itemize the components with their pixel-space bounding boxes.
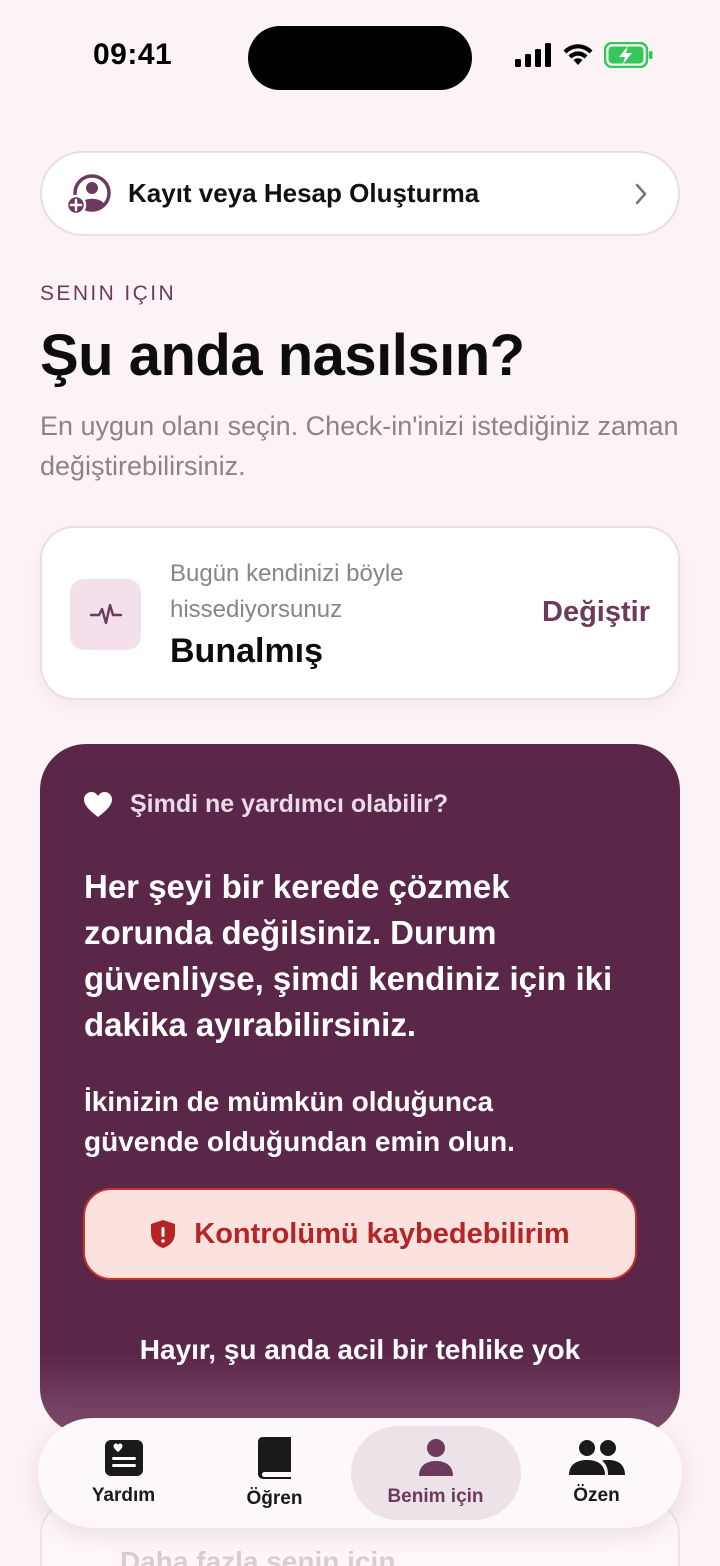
page-title: Şu anda nasılsın? bbox=[40, 323, 525, 388]
status-icons bbox=[514, 42, 654, 68]
user-add-icon bbox=[66, 173, 111, 215]
losing-control-label: Kontrolümü kaybedebilirim bbox=[194, 1217, 570, 1250]
tab-for-me[interactable]: Benim için bbox=[350, 1426, 521, 1520]
more-for-you-label: Daha fazla senin için bbox=[120, 1546, 396, 1566]
tab-learn-label: Öğren bbox=[246, 1488, 303, 1509]
battery-charging-icon bbox=[604, 42, 653, 68]
signin-button[interactable]: Kayıt veya Hesap Oluşturma bbox=[40, 151, 680, 236]
tab-for-me-label: Benim için bbox=[387, 1486, 484, 1507]
help-card: Şimdi ne yardımcı olabilir? Her şeyi bir… bbox=[40, 744, 680, 1434]
mood-value: Bunalmış bbox=[170, 632, 324, 670]
signin-label: Kayıt veya Hesap Oluşturma bbox=[128, 178, 480, 208]
no-danger-button[interactable]: Hayır, şu anda acil bir tehlike yok bbox=[40, 1334, 680, 1366]
tab-help-label: Yardım bbox=[91, 1485, 156, 1506]
help-card-icon bbox=[104, 1440, 143, 1476]
book-icon bbox=[257, 1437, 291, 1479]
mood-checkin-card: Bugün kendinizi böyle hissediyorsunuz Bu… bbox=[40, 526, 680, 700]
status-time: 09:41 bbox=[93, 38, 173, 71]
help-card-note: İkinizin de mümkün olduğunca güvende old… bbox=[84, 1086, 515, 1157]
mood-caption: Bugün kendinizi böyle hissediyorsunuz bbox=[170, 560, 404, 623]
tab-care-label: Özen bbox=[573, 1485, 620, 1506]
help-card-heading: Şimdi ne yardımcı olabilir? bbox=[130, 790, 449, 818]
people-icon bbox=[568, 1440, 625, 1475]
person-icon bbox=[418, 1439, 453, 1476]
heart-icon bbox=[84, 791, 112, 817]
mood-icon-box bbox=[70, 579, 141, 650]
tab-help[interactable]: Yardım bbox=[49, 1426, 199, 1520]
help-card-message: Her şeyi bir kerede çözmek zorunda değil… bbox=[84, 868, 613, 1043]
tab-bar: Yardım Öğren Benim için Özen bbox=[38, 1418, 682, 1528]
section-label: SENIN IÇIN bbox=[40, 282, 177, 305]
cellular-signal-icon bbox=[515, 43, 551, 67]
chevron-right-icon bbox=[635, 183, 647, 204]
tab-learn[interactable]: Öğren bbox=[200, 1426, 350, 1520]
wifi-icon bbox=[563, 44, 593, 65]
page-subtitle: En uygun olanı seçin. Check-in'inizi ist… bbox=[40, 411, 679, 481]
help-card-header: Şimdi ne yardımcı olabilir? bbox=[84, 790, 448, 819]
change-mood-button[interactable]: Değiştir bbox=[542, 596, 650, 629]
dynamic-island bbox=[248, 26, 472, 90]
tab-care[interactable]: Özen bbox=[522, 1426, 672, 1520]
losing-control-button[interactable]: Kontrolümü kaybedebilirim bbox=[83, 1188, 637, 1280]
shield-alert-icon bbox=[151, 1220, 176, 1248]
pulse-icon bbox=[89, 603, 122, 624]
